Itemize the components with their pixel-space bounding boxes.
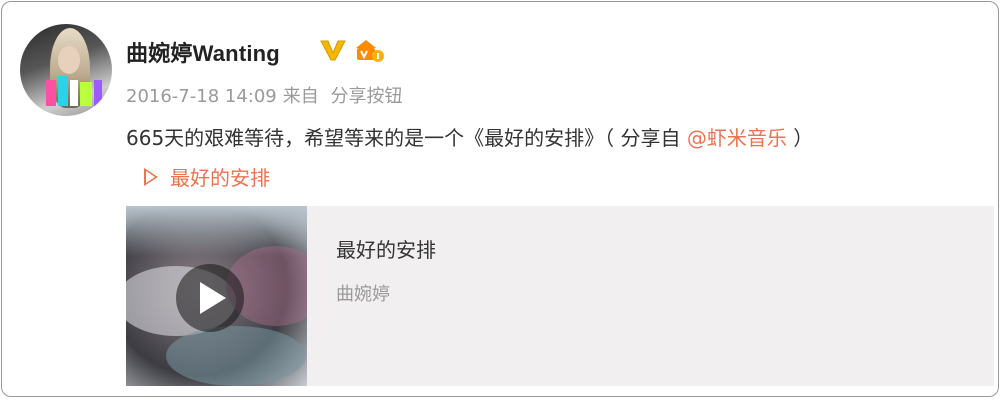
avatar-stripe	[70, 80, 78, 106]
music-link-label[interactable]: 最好的安排	[170, 162, 270, 191]
source-prefix: 来自	[282, 86, 319, 107]
play-button[interactable]	[176, 264, 244, 332]
avatar-stripe	[58, 76, 68, 106]
cover-cloud	[166, 326, 306, 386]
avatar-stripe	[94, 80, 102, 106]
post-timestamp[interactable]: 2016-7-18 14:09	[126, 86, 277, 107]
post-meta: 2016-7-18 14:09 来自 分享按钮	[126, 82, 408, 108]
post-text-close: ）	[786, 126, 814, 150]
song-title[interactable]: 最好的安排	[336, 234, 436, 263]
author-name[interactable]: 曲婉婷Wanting	[126, 36, 280, 68]
play-link-icon	[144, 167, 158, 186]
avatar-stripe	[46, 80, 56, 106]
author-avatar[interactable]	[20, 24, 112, 116]
vip-badge-icon[interactable]	[352, 38, 384, 64]
post-source[interactable]: 分享按钮	[330, 86, 402, 107]
mention-link[interactable]: @虾米音乐	[687, 126, 787, 150]
music-card[interactable]: 最好的安排 曲婉婷	[126, 206, 994, 386]
album-cover[interactable]	[126, 206, 307, 386]
music-link[interactable]: 最好的安排	[144, 162, 270, 191]
post-text-main: 665天的艰难等待，希望等来的是一个《最好的安排》（ 分享自	[126, 126, 687, 150]
song-artist[interactable]: 曲婉婷	[336, 280, 390, 306]
avatar-stripe	[80, 82, 92, 106]
avatar-face	[58, 46, 80, 74]
weibo-post-card: 曲婉婷Wanting 2016-7-18 14:09 来自 分享按钮 665天的艰…	[1, 1, 999, 397]
play-icon	[200, 282, 226, 314]
post-text: 665天的艰难等待，希望等来的是一个《最好的安排》（ 分享自 @虾米音乐 ）	[126, 122, 813, 151]
verified-v-icon[interactable]	[320, 38, 346, 62]
